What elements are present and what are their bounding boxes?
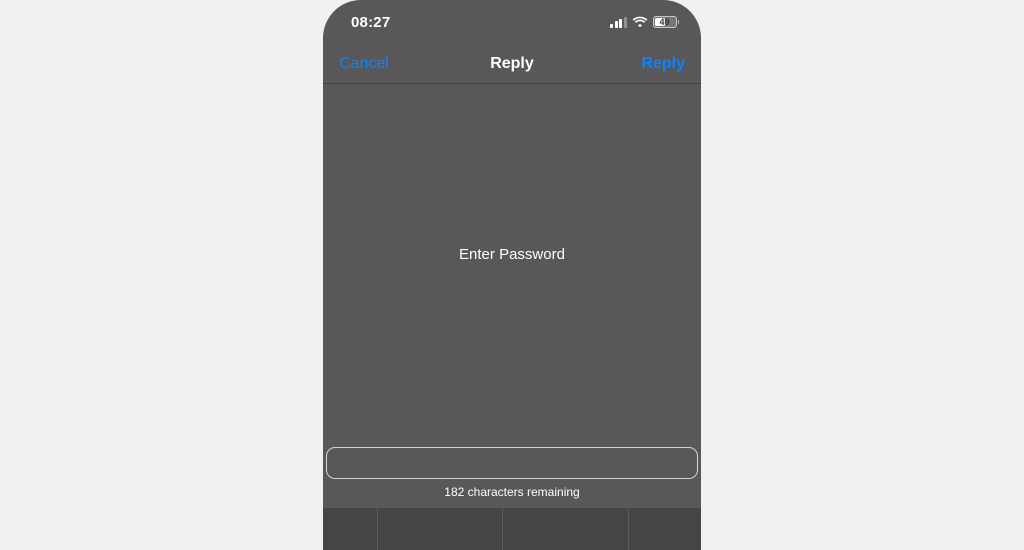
phone-screen: 08:27 49	[323, 0, 701, 550]
nav-title: Reply	[399, 55, 625, 73]
status-indicators: 49	[610, 16, 679, 28]
status-time: 08:27	[351, 14, 390, 31]
char-count: 182 characters remaining	[326, 485, 698, 499]
input-section: 182 characters remaining	[323, 447, 701, 504]
cellular-signal-icon	[610, 17, 627, 28]
status-bar: 08:27 49	[323, 0, 701, 44]
content-area: Enter Password 182 characters remaining	[323, 84, 701, 504]
keyboard-segment[interactable]	[629, 508, 701, 550]
keyboard-segment[interactable]	[503, 508, 629, 550]
reply-button[interactable]: Reply	[625, 55, 685, 73]
wifi-icon	[632, 16, 648, 28]
nav-bar: Cancel Reply Reply	[323, 44, 701, 84]
reply-input[interactable]	[326, 447, 698, 479]
keyboard-segment[interactable]	[323, 508, 378, 550]
battery-percent: 49	[654, 17, 676, 27]
cancel-button[interactable]: Cancel	[339, 55, 399, 73]
keyboard-accessory[interactable]	[323, 508, 701, 550]
keyboard-segment[interactable]	[378, 508, 504, 550]
battery-icon: 49	[653, 16, 680, 28]
password-prompt: Enter Password	[459, 246, 565, 263]
